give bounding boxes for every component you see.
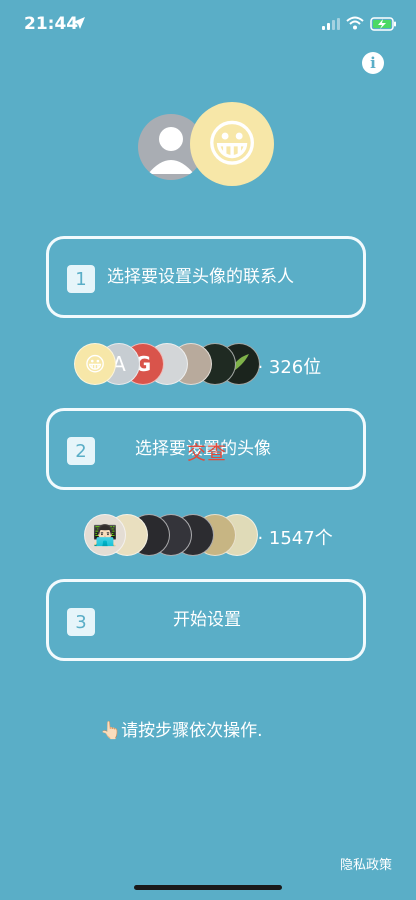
hero-avatars: 😀 (138, 102, 278, 186)
info-button[interactable]: i (362, 52, 384, 74)
contact-avatar: 😀 (74, 343, 116, 385)
step-label: 开始设置 (173, 610, 241, 630)
step-number: 1 (67, 265, 95, 293)
location-arrow-icon (73, 17, 85, 29)
step-label: 选择要设置头像的联系人 (107, 267, 294, 287)
avatars-count: ··· 1547个 (246, 528, 333, 549)
status-time: 21:44 (24, 14, 79, 34)
step-number: 3 (67, 608, 95, 636)
info-icon: i (370, 54, 376, 72)
step-3-start-button[interactable]: 3 开始设置 (46, 579, 366, 661)
status-bar: 21:44 (0, 0, 416, 50)
instruction-hint: 👆🏻请按步骤依次操作. (100, 721, 263, 741)
image-avatar: 👨🏻‍💻 (84, 514, 126, 556)
step-1-select-contacts-button[interactable]: 1 选择要设置头像的联系人 (46, 236, 366, 318)
home-indicator[interactable] (134, 885, 282, 890)
wifi-icon (346, 16, 364, 30)
privacy-policy-link[interactable]: 隐私政策 (340, 854, 392, 873)
cellular-signal-icon (322, 18, 340, 30)
selected-contacts-row: 😀 A G ··· 326位 (74, 343, 364, 387)
selected-avatars-row: 👨🏻‍💻 ··· 1547个 (84, 514, 384, 558)
step-number: 2 (67, 437, 95, 465)
grinning-face-avatar: 😀 (190, 102, 274, 186)
battery-charging-icon (370, 17, 396, 31)
overlay-text: 交查 (187, 442, 228, 464)
